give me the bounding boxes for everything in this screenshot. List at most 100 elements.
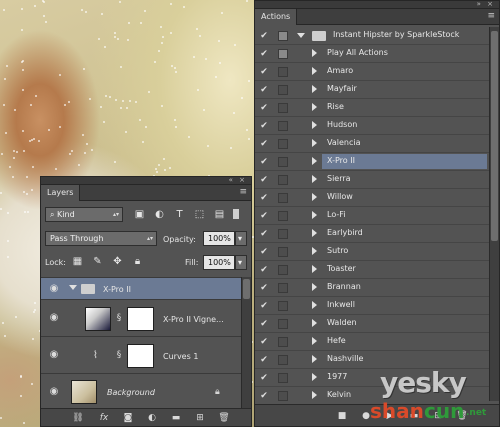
action-row[interactable]: ✔ Amaro: [255, 63, 489, 81]
layers-panel-titlebar[interactable]: « ×: [41, 176, 251, 185]
check-icon[interactable]: ✔: [259, 247, 269, 257]
lock-position-icon[interactable]: ✥: [111, 256, 124, 268]
chevron-right-icon[interactable]: [312, 211, 317, 219]
check-icon[interactable]: ✔: [259, 265, 269, 275]
chevron-right-icon[interactable]: [312, 247, 317, 255]
dialog-toggle[interactable]: [278, 319, 288, 329]
dialog-toggle[interactable]: [278, 229, 288, 239]
mask-icon[interactable]: ◙: [121, 412, 135, 424]
filter-toggle[interactable]: [233, 209, 239, 219]
action-row[interactable]: ✔ Play All Actions: [255, 45, 489, 63]
check-icon[interactable]: ✔: [259, 49, 269, 59]
collapse-icon[interactable]: » ×: [477, 0, 495, 8]
layer-row-vignette[interactable]: ◉ § X-Pro II Vigne...: [41, 301, 241, 337]
action-set-row[interactable]: ✔ Instant Hipster by SparkleStock: [255, 27, 489, 45]
chevron-right-icon[interactable]: [312, 373, 317, 381]
actions-scrollbar[interactable]: [489, 27, 499, 401]
chevron-right-icon[interactable]: [312, 301, 317, 309]
adjustment-icon[interactable]: ◐: [145, 412, 159, 424]
chevron-right-icon[interactable]: [312, 67, 317, 75]
lock-transparent-icon[interactable]: ▦: [71, 256, 84, 268]
stop-icon[interactable]: ■: [335, 410, 349, 422]
chevron-right-icon[interactable]: [312, 319, 317, 327]
dialog-toggle[interactable]: [278, 283, 288, 293]
check-icon[interactable]: ✔: [259, 391, 269, 401]
action-row[interactable]: ✔ Valencia: [255, 135, 489, 153]
type-filter-icon[interactable]: T: [173, 209, 186, 221]
chevron-down-icon[interactable]: [69, 285, 77, 290]
fill-input[interactable]: 100%: [203, 255, 235, 270]
eye-icon[interactable]: ◉: [47, 313, 61, 323]
check-icon[interactable]: ✔: [259, 103, 269, 113]
dialog-toggle[interactable]: [278, 157, 288, 167]
check-icon[interactable]: ✔: [259, 355, 269, 365]
shape-filter-icon[interactable]: ⬚: [193, 209, 206, 221]
dialog-toggle[interactable]: [278, 175, 288, 185]
check-icon[interactable]: ✔: [259, 175, 269, 185]
check-icon[interactable]: ✔: [259, 373, 269, 383]
link-icon[interactable]: ⛓: [71, 412, 85, 424]
lock-image-icon[interactable]: ✎: [91, 256, 104, 268]
dialog-toggle[interactable]: [278, 67, 288, 77]
chevron-right-icon[interactable]: [312, 229, 317, 237]
panel-menu-icon[interactable]: ≡: [239, 187, 247, 197]
chevron-right-icon[interactable]: [312, 103, 317, 111]
panel-menu-icon[interactable]: ≡: [487, 11, 495, 21]
check-icon[interactable]: ✔: [259, 157, 269, 167]
check-icon[interactable]: ✔: [259, 211, 269, 221]
check-icon[interactable]: ✔: [259, 85, 269, 95]
actions-panel-titlebar[interactable]: » ×: [255, 0, 499, 9]
fill-dropdown[interactable]: ▾: [235, 255, 247, 270]
dialog-toggle[interactable]: [278, 265, 288, 275]
dialog-toggle[interactable]: [278, 31, 288, 41]
check-icon[interactable]: ✔: [259, 193, 269, 203]
fx-icon[interactable]: fx: [97, 412, 111, 424]
dialog-toggle[interactable]: [278, 337, 288, 347]
dialog-toggle[interactable]: [278, 85, 288, 95]
layer-row-curves[interactable]: ◉ ⌇ § Curves 1: [41, 338, 241, 374]
action-row[interactable]: ✔ Hefe: [255, 333, 489, 351]
dialog-toggle[interactable]: [278, 211, 288, 221]
chevron-right-icon[interactable]: [312, 121, 317, 129]
layers-scrollbar[interactable]: [241, 277, 251, 409]
chevron-right-icon[interactable]: [312, 193, 317, 201]
chevron-right-icon[interactable]: [312, 265, 317, 273]
chevron-right-icon[interactable]: [312, 49, 317, 57]
chevron-right-icon[interactable]: [312, 337, 317, 345]
tab-actions[interactable]: Actions: [255, 9, 298, 25]
lock-all-icon[interactable]: 🔒︎: [131, 256, 144, 268]
scrollbar-thumb[interactable]: [491, 31, 498, 241]
action-row[interactable]: ✔ Mayfair: [255, 81, 489, 99]
chevron-right-icon[interactable]: [312, 391, 317, 399]
check-icon[interactable]: ✔: [259, 337, 269, 347]
chevron-right-icon[interactable]: [312, 157, 317, 165]
action-row[interactable]: ✔ Hudson: [255, 117, 489, 135]
dialog-toggle[interactable]: [278, 103, 288, 113]
chevron-right-icon[interactable]: [312, 139, 317, 147]
layer-row-background[interactable]: ◉ Background 🔒︎: [41, 375, 241, 409]
smart-object-filter-icon[interactable]: ▤: [213, 209, 226, 221]
action-row[interactable]: ✔ Walden: [255, 315, 489, 333]
blend-mode-select[interactable]: Pass Through ▴▾: [45, 231, 157, 246]
check-icon[interactable]: ✔: [259, 139, 269, 149]
dialog-toggle[interactable]: [278, 301, 288, 311]
action-row[interactable]: ✔ Sierra: [255, 171, 489, 189]
dialog-toggle[interactable]: [278, 355, 288, 365]
layer-row-group[interactable]: ◉ X-Pro II: [41, 278, 241, 300]
collapse-icon[interactable]: « ×: [229, 176, 247, 184]
check-icon[interactable]: ✔: [259, 283, 269, 293]
action-row[interactable]: ✔ Earlybird: [255, 225, 489, 243]
chevron-down-icon[interactable]: [297, 33, 305, 38]
chevron-right-icon[interactable]: [312, 85, 317, 93]
dialog-toggle[interactable]: [278, 247, 288, 257]
new-layer-icon[interactable]: ⊞: [193, 412, 207, 424]
dialog-toggle[interactable]: [278, 193, 288, 203]
check-icon[interactable]: ✔: [259, 301, 269, 311]
check-icon[interactable]: ✔: [259, 319, 269, 329]
action-row[interactable]: ✔ X-Pro II: [255, 153, 489, 171]
action-row[interactable]: ✔ Inkwell: [255, 297, 489, 315]
dialog-toggle[interactable]: [278, 139, 288, 149]
chevron-right-icon[interactable]: [312, 355, 317, 363]
pixel-filter-icon[interactable]: ▣: [133, 209, 146, 221]
action-row[interactable]: ✔ Rise: [255, 99, 489, 117]
